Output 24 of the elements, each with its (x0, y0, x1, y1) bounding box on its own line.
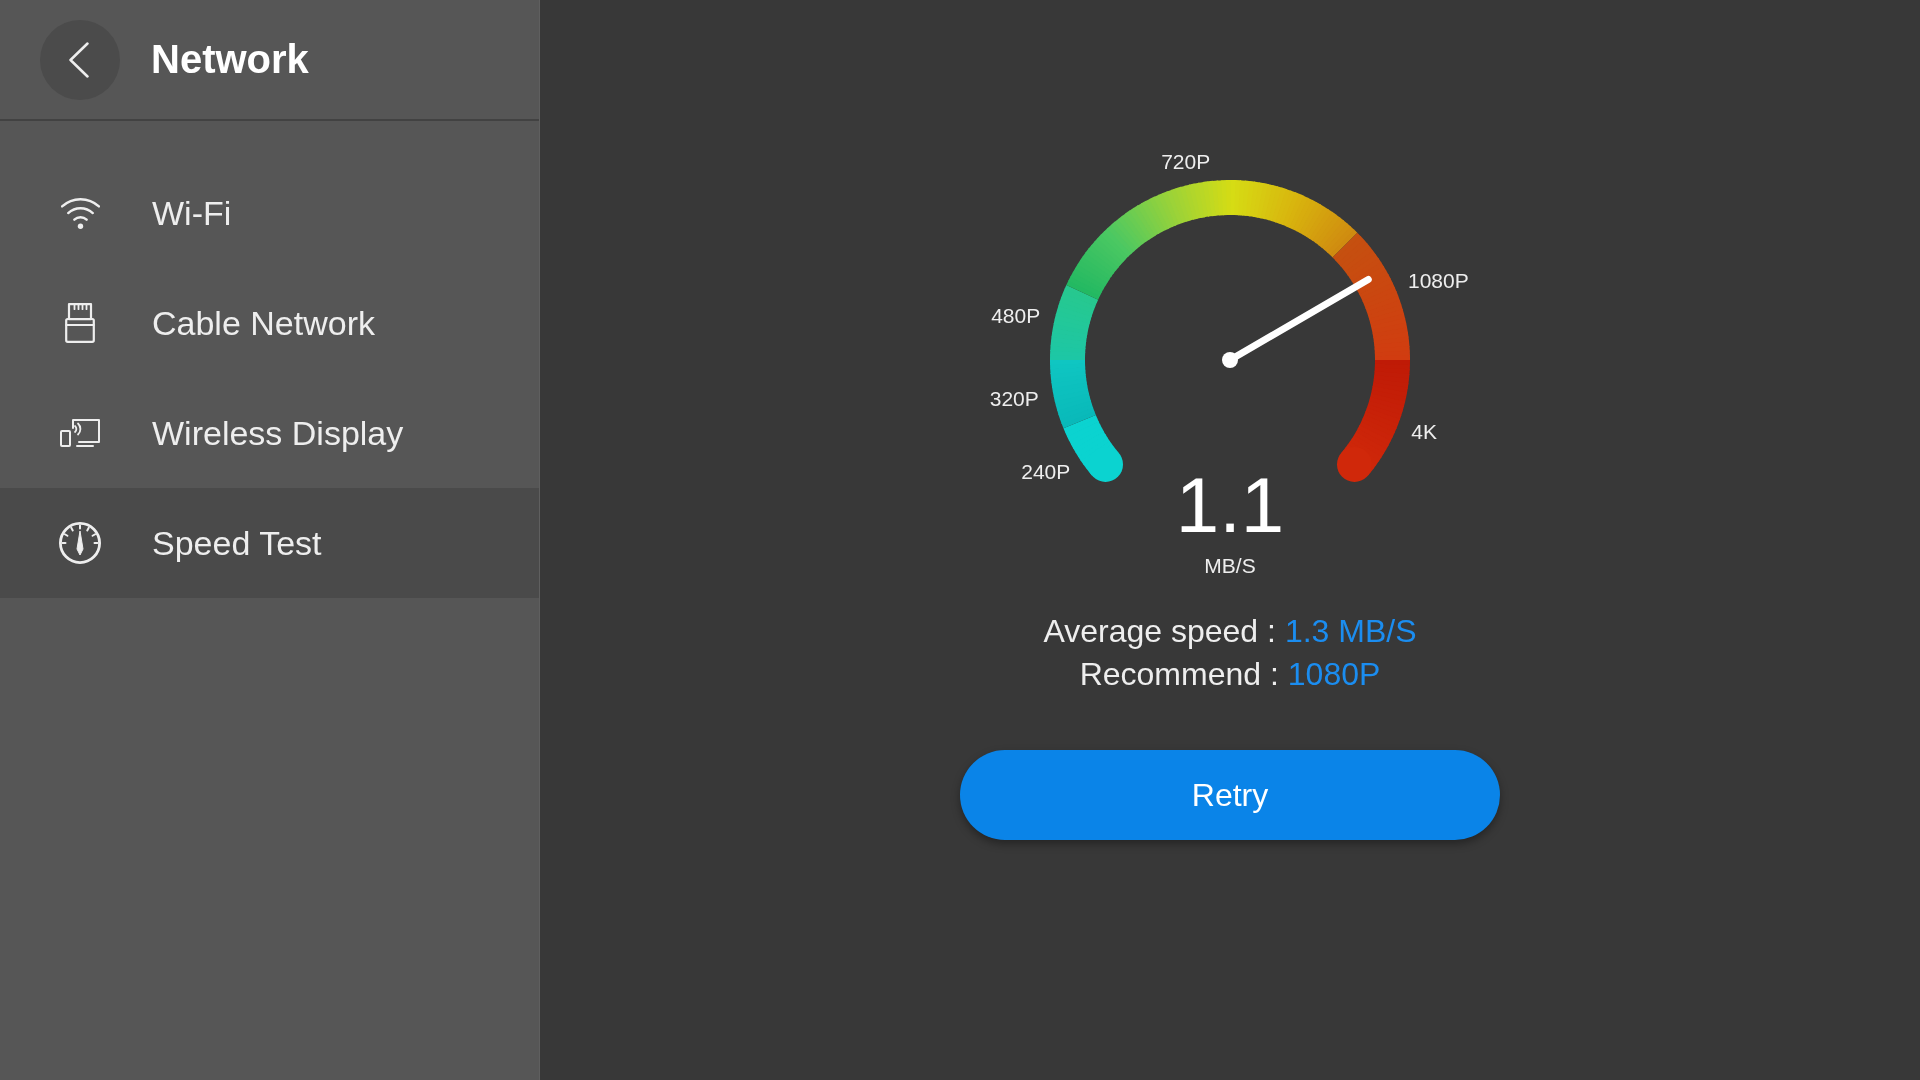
sidebar-item[interactable]: Speed Test (0, 488, 539, 598)
screen-cast-icon (60, 419, 100, 447)
gauge-label: 480P (991, 304, 1041, 327)
speed-value: 1.1 (1175, 461, 1285, 549)
gauge-label: 240P (1021, 460, 1071, 484)
sidebar-item[interactable]: Wireless Display (0, 378, 539, 488)
gauge-segment (1050, 360, 1096, 429)
result-value: 1.3 MB/S (1284, 612, 1417, 651)
result-value: 1080P (1287, 655, 1381, 694)
result-label: Average speed : (1043, 612, 1276, 651)
gauge-label: 320P (989, 387, 1039, 410)
speedometer-icon (59, 522, 101, 564)
page-title: Network (151, 37, 309, 82)
speed-unit: MB/S (1204, 554, 1256, 577)
gauge-label: 4K (1411, 420, 1437, 444)
gauge-label: 720P (1161, 150, 1211, 174)
result-label: Recommend : (1079, 655, 1279, 694)
wifi-icon (60, 197, 100, 229)
chevron-left-icon (69, 41, 89, 78)
ethernet-plug-icon (65, 303, 95, 343)
sidebar-item[interactable]: Wi-Fi (0, 158, 539, 268)
gauge-label: 1080P (1408, 268, 1469, 292)
retry-button[interactable]: Retry (960, 750, 1500, 840)
sidebar-item[interactable]: Cable Network (0, 268, 539, 378)
